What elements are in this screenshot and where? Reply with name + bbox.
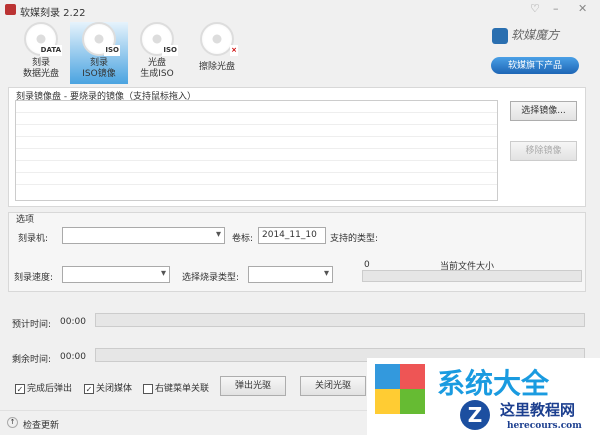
watermark-url: herecours.com [507,421,582,431]
select-image-button[interactable]: 选择镜像... [510,101,577,121]
tool-erase-disc[interactable]: × 擦除光盘 [188,22,246,84]
z-logo-icon: Z [460,400,490,430]
image-list[interactable] [15,100,498,201]
size-value: 0 [364,260,370,270]
close-button[interactable]: ✕ [578,2,587,15]
context-menu-checkbox[interactable]: 右键菜单关联 [143,381,209,394]
remaining-label: 剩余时间: [12,355,52,365]
burner-select[interactable] [62,227,225,244]
disc-icon: × [200,22,238,56]
window-title: 软媒刻录 2.22 [20,8,86,19]
watermark-2: Z 这里教程网 herecours.com [452,396,600,435]
tool-label: 刻录 [31,58,50,68]
close-drive-button[interactable]: 关闭光驱 [300,376,366,396]
minimize-button[interactable]: – [553,2,559,15]
watermark-text: 这里教程网 [500,401,576,419]
tool-burn-data[interactable]: DATA 刻录 数据光盘 [12,22,70,84]
burn-type-label: 选择烧录类型: [182,273,240,283]
tool-label: 光盘 [147,58,166,68]
estimated-label: 预计时间: [12,320,52,330]
tool-make-iso[interactable]: ISO 光盘 生成ISO [128,22,186,84]
brand-logo[interactable]: 软媒魔方 [492,26,559,44]
disc-icon: ISO [140,22,178,56]
burn-type-select[interactable] [248,266,333,283]
speed-select[interactable] [62,266,170,283]
supported-types-label: 支持的类型: [330,234,379,244]
products-button[interactable]: 软媒旗下产品 [491,57,579,74]
eject-checkbox[interactable]: ✓ 完成后弹出 [15,381,72,394]
estimated-bar [95,313,585,327]
tool-burn-iso[interactable]: ISO 刻录 ISO镜像 [70,22,128,84]
speed-label: 刻录速度: [14,273,54,283]
tool-label: 生成ISO [140,69,174,79]
close-media-checkbox[interactable]: ✓ 关闭媒体 [84,381,132,394]
title-bar: 软媒刻录 2.22 ♡ – ✕ [0,0,600,20]
volume-input[interactable]: 2014_11_10 [258,227,326,244]
remaining-value: 00:00 [60,352,86,362]
size-bar [362,270,582,282]
eject-drive-button[interactable]: 弹出光驱 [220,376,286,396]
disc-icon: DATA [24,22,62,56]
remove-image-button[interactable]: 移除镜像 [510,141,577,161]
watermark: 系统大全 Z 这里教程网 herecours.com [367,358,600,435]
windows-logo-icon [375,364,425,414]
update-icon: ↑ [7,417,18,428]
tool-label: 擦除光盘 [198,62,235,72]
tool-label: ISO镜像 [82,69,116,79]
check-update-link[interactable]: 检查更新 [23,418,59,431]
app-icon [5,4,16,15]
volume-label: 卷标: [232,234,254,244]
skin-icon[interactable]: ♡ [530,2,540,15]
tool-label: 数据光盘 [22,69,59,79]
disc-icon: ISO [82,22,120,56]
group-title: 选项 [16,215,35,225]
cube-icon [492,27,508,44]
estimated-value: 00:00 [60,317,86,327]
tool-label: 刻录 [89,58,108,68]
burner-label: 刻录机: [18,234,49,244]
